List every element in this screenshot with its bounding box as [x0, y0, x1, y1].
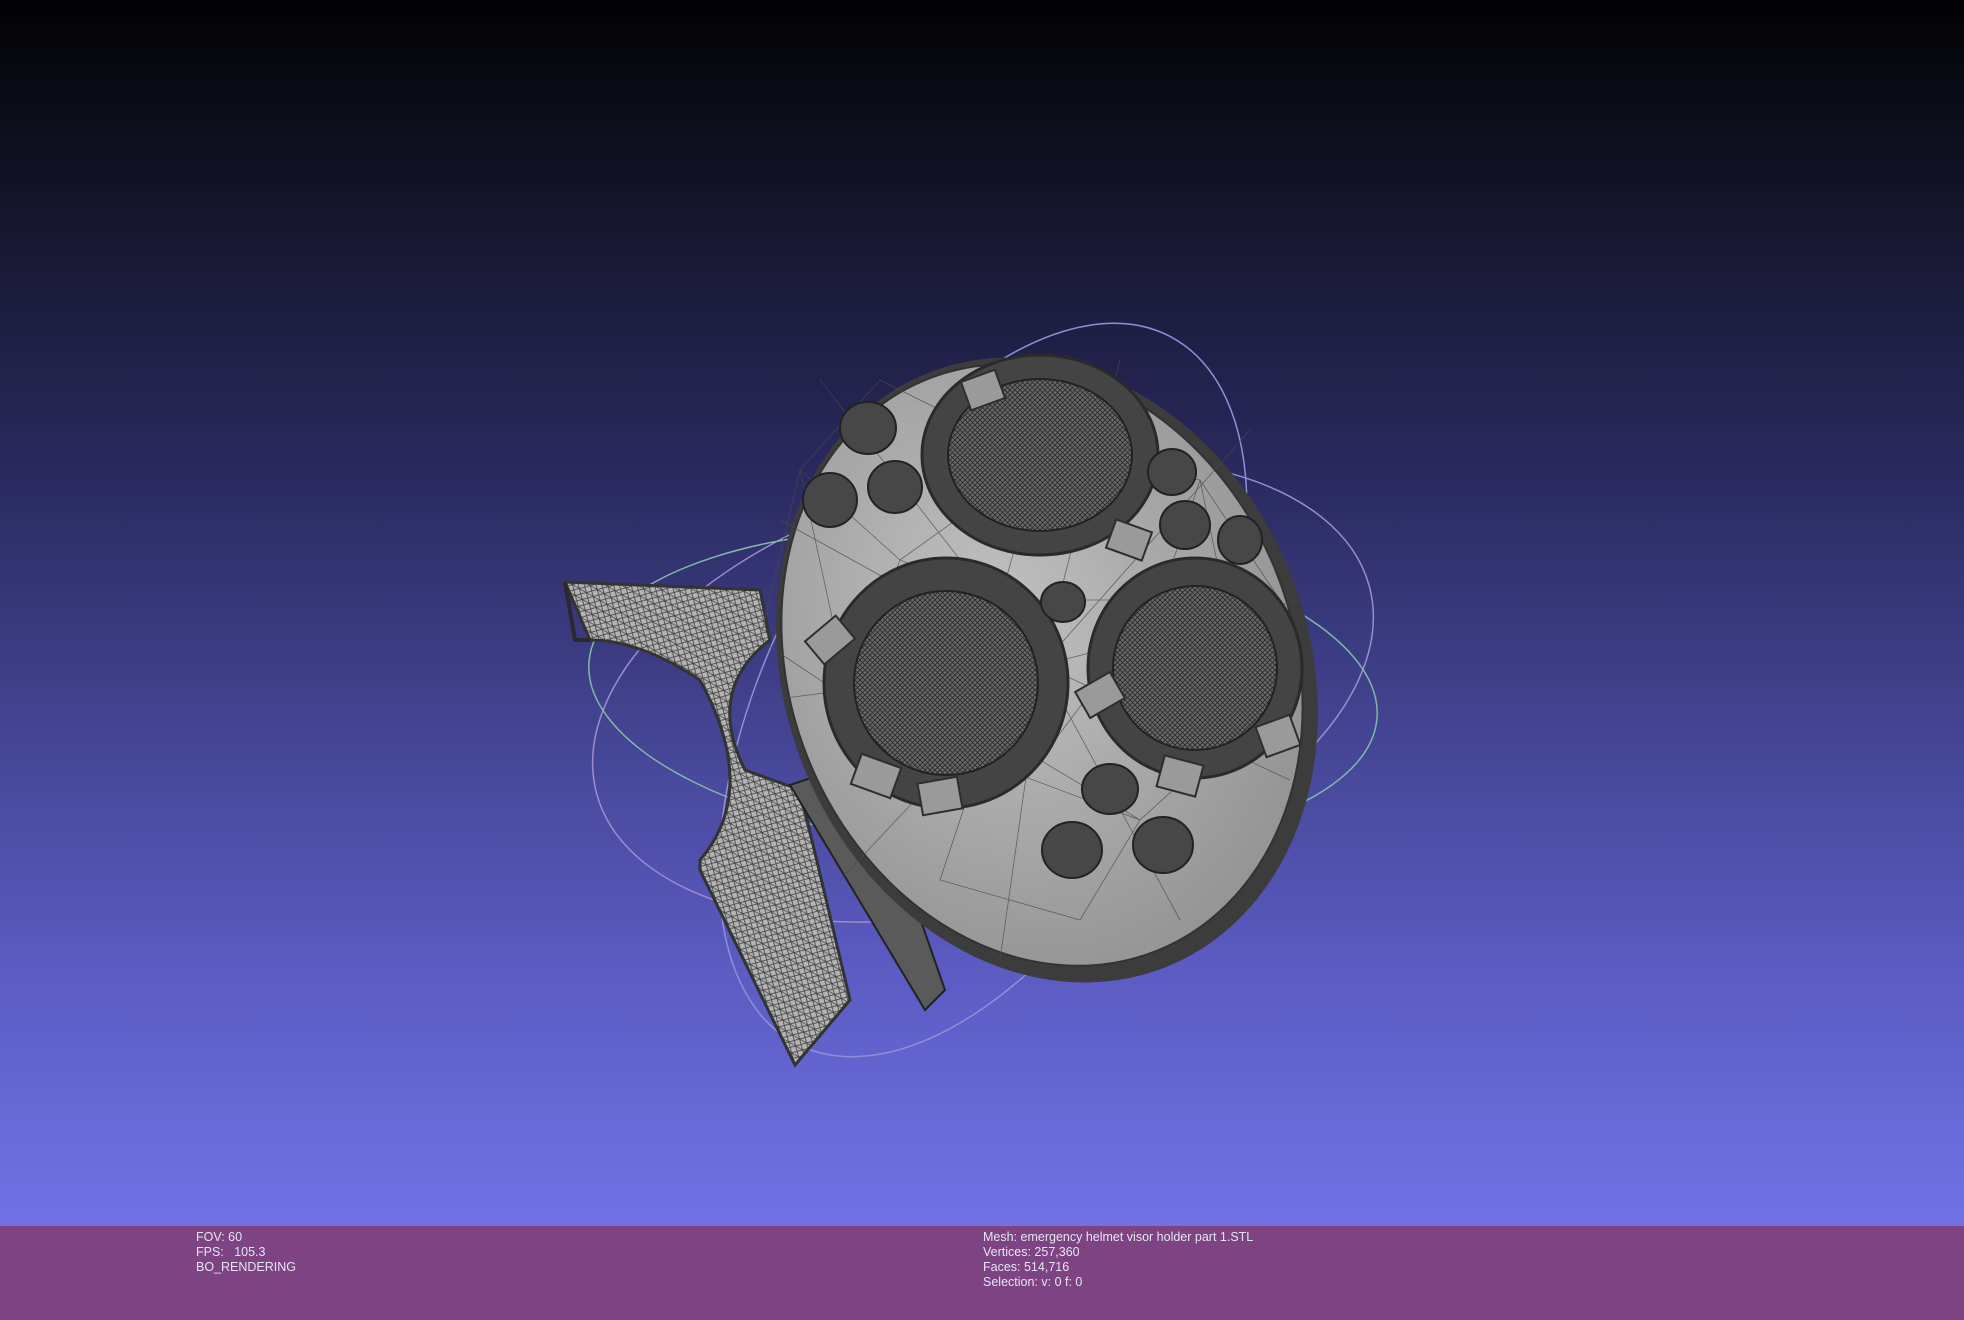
status-bar: FOV: 60 FPS: 105.3 BO_RENDERING Mesh: em…	[0, 1226, 1964, 1320]
mesh-scene[interactable]	[0, 0, 1964, 1226]
fps-label: FPS: 105.3	[196, 1245, 266, 1259]
selection-label: Selection: v: 0 f: 0	[983, 1275, 1083, 1289]
vertices-label: Vertices: 257,360	[983, 1245, 1080, 1259]
fov-label: FOV: 60	[196, 1230, 243, 1244]
render-info: FOV: 60 FPS: 105.3 BO_RENDERING	[196, 1230, 296, 1275]
faces-label: Faces: 514,716	[983, 1260, 1070, 1274]
mesh-model[interactable]	[562, 275, 1410, 1068]
3d-viewport[interactable]	[0, 0, 1964, 1226]
mesh-info: Mesh: emergency helmet visor holder part…	[983, 1230, 1253, 1290]
mesh-name-label: Mesh: emergency helmet visor holder part…	[983, 1230, 1254, 1244]
render-mode-label: BO_RENDERING	[196, 1260, 297, 1274]
